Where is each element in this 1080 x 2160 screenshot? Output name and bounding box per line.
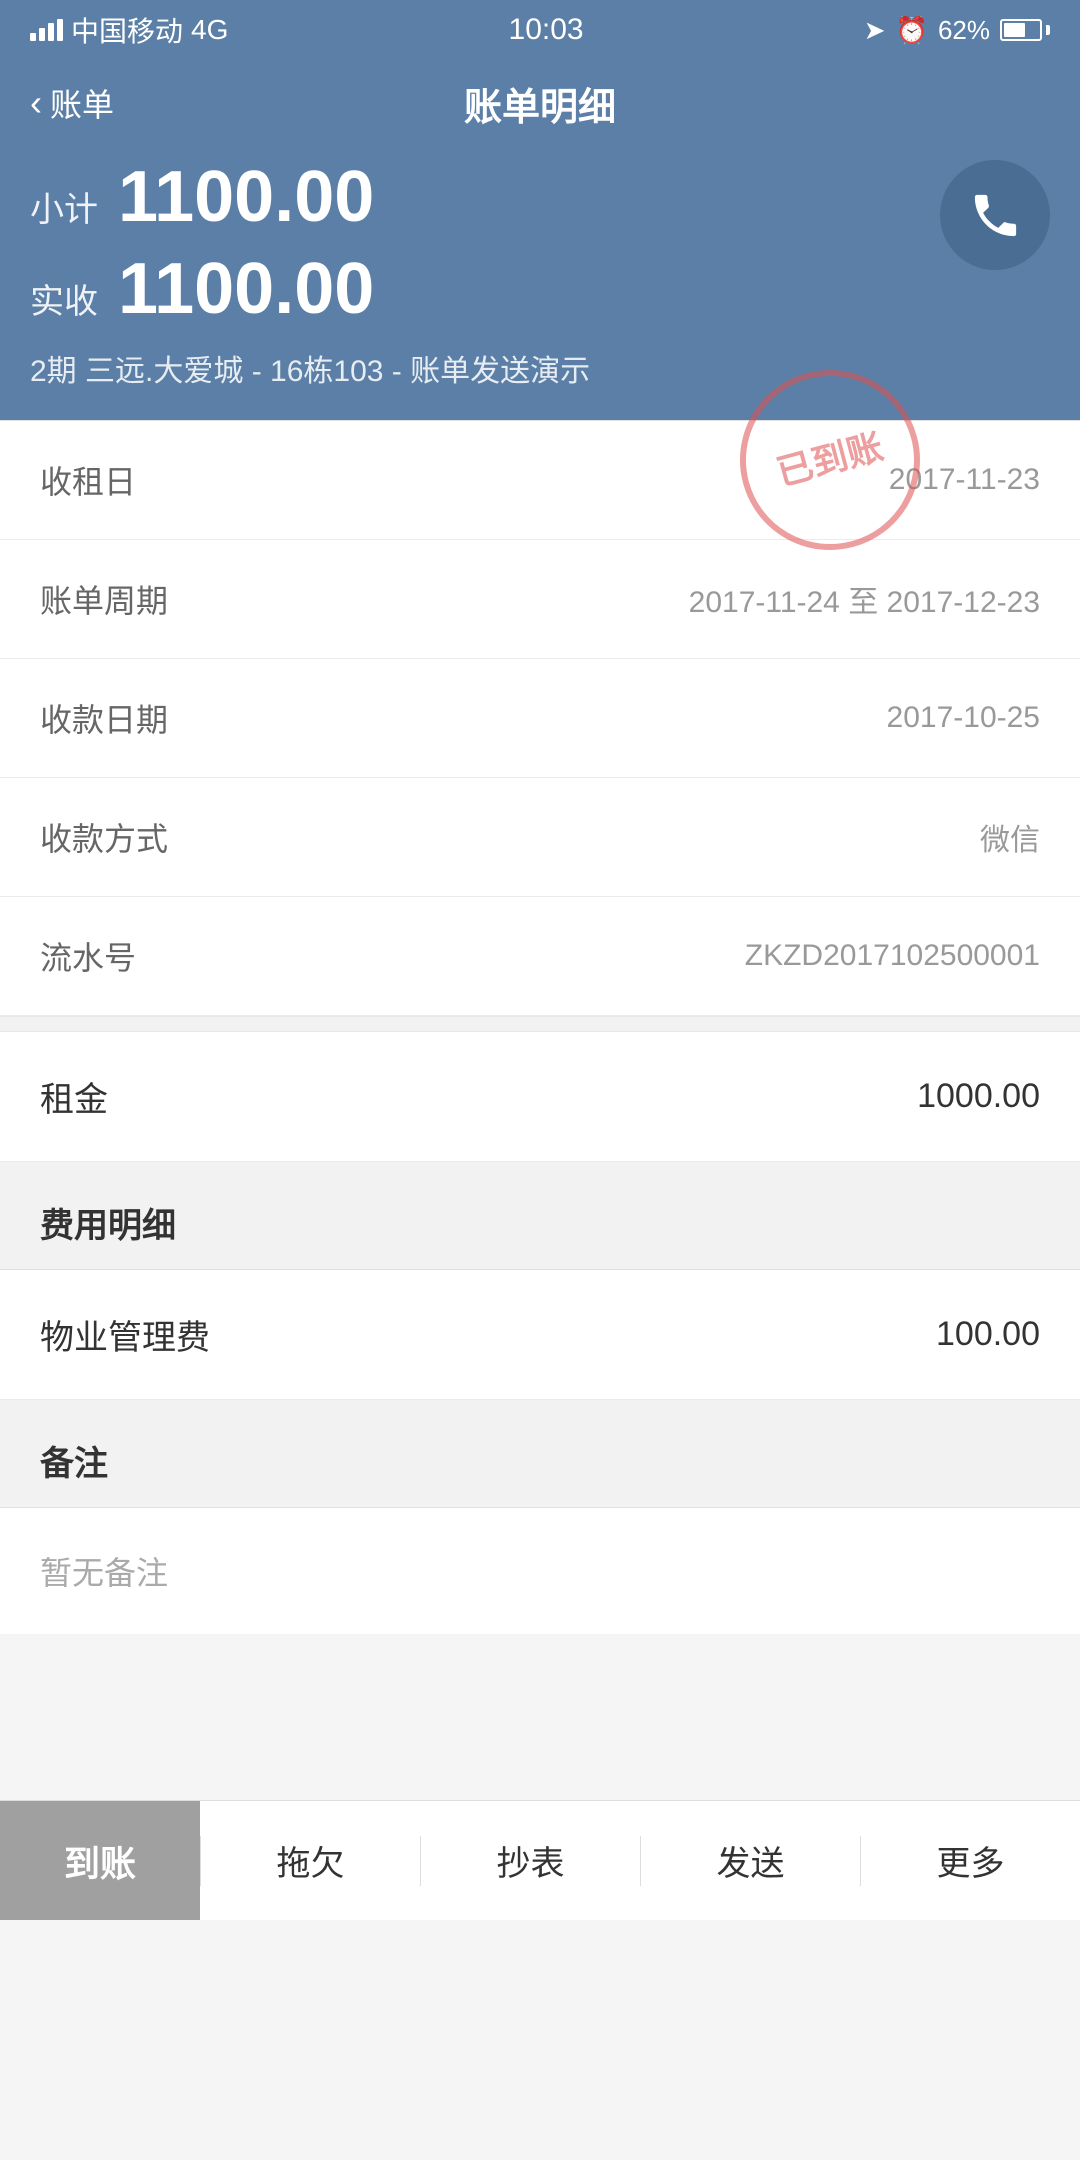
payment-method-value: 微信 bbox=[980, 815, 1040, 859]
rent-date-value: 2017-11-23 bbox=[889, 463, 1040, 497]
time-label: 10:03 bbox=[509, 13, 584, 47]
phone-icon bbox=[968, 188, 1023, 243]
detail-section: 收租日 2017-11-23 账单周期 2017-11-24 至 2017-12… bbox=[0, 420, 1080, 1016]
subtotal-amount: 1100.00 bbox=[118, 156, 374, 238]
nav-send-label: 发送 bbox=[717, 1836, 785, 1885]
fee-property-value: 100.00 bbox=[936, 1315, 1040, 1354]
fee-property-label: 物业管理费 bbox=[40, 1310, 210, 1359]
actual-label: 实收 bbox=[30, 274, 98, 323]
bottom-nav: 到账 拖欠 抄表 发送 更多 bbox=[0, 1800, 1080, 1920]
remark-empty: 暂无备注 bbox=[0, 1508, 1080, 1634]
page-title: 账单明细 bbox=[464, 76, 616, 131]
fee-section-header: 费用明细 bbox=[0, 1162, 1080, 1270]
detail-row-payment-method: 收款方式 微信 bbox=[0, 778, 1080, 897]
nav-more-label: 更多 bbox=[937, 1836, 1005, 1885]
carrier-label: 中国移动 bbox=[71, 10, 183, 50]
payment-date-label: 收款日期 bbox=[40, 695, 168, 741]
nav-meter-label: 抄表 bbox=[497, 1836, 565, 1885]
phone-button[interactable] bbox=[940, 160, 1050, 270]
rent-value: 1000.00 bbox=[917, 1077, 1040, 1116]
nav-item-meter[interactable]: 抄表 bbox=[421, 1801, 640, 1920]
detail-row-rent-date: 收租日 2017-11-23 bbox=[0, 421, 1080, 540]
payment-method-label: 收款方式 bbox=[40, 814, 168, 860]
back-label: 账单 bbox=[50, 80, 114, 126]
rent-date-label: 收租日 bbox=[40, 457, 136, 503]
cycle-value: 2017-11-24 至 2017-12-23 bbox=[689, 577, 1040, 621]
serial-label: 流水号 bbox=[40, 933, 136, 979]
nav-main-button[interactable]: 到账 bbox=[0, 1801, 200, 1920]
alarm-icon: ⏰ bbox=[896, 15, 928, 46]
status-right: ➤ ⏰ 62% bbox=[864, 15, 1050, 46]
cycle-label: 账单周期 bbox=[40, 576, 168, 622]
detail-row-serial: 流水号 ZKZD2017102500001 bbox=[0, 897, 1080, 1016]
nav-main-label: 到账 bbox=[64, 1835, 136, 1887]
actual-row: 实收 1100.00 bbox=[30, 248, 1050, 330]
subtotal-label: 小计 bbox=[30, 182, 98, 231]
battery-label: 62% bbox=[938, 15, 990, 46]
nav-item-send[interactable]: 发送 bbox=[641, 1801, 860, 1920]
detail-row-payment-date: 收款日期 2017-10-25 bbox=[0, 659, 1080, 778]
detail-row-cycle: 账单周期 2017-11-24 至 2017-12-23 bbox=[0, 540, 1080, 659]
header-info: 2期 三远.大爱城 - 16栋103 - 账单发送演示 bbox=[30, 346, 1050, 390]
battery-icon bbox=[1000, 19, 1050, 41]
rent-label: 租金 bbox=[40, 1072, 108, 1121]
fee-row-property: 物业管理费 100.00 bbox=[0, 1270, 1080, 1400]
header: ‹ 账单 账单明细 小计 1100.00 实收 1100.00 2期 三远.大爱… bbox=[0, 60, 1080, 420]
nav-item-overdue[interactable]: 拖欠 bbox=[201, 1801, 420, 1920]
nav-item-more[interactable]: 更多 bbox=[861, 1801, 1080, 1920]
payment-date-value: 2017-10-25 bbox=[887, 701, 1040, 735]
back-button[interactable]: ‹ 账单 bbox=[30, 80, 114, 126]
location-icon: ➤ bbox=[864, 15, 886, 46]
actual-amount: 1100.00 bbox=[118, 248, 374, 330]
nav-overdue-label: 拖欠 bbox=[277, 1836, 345, 1885]
network-label: 4G bbox=[191, 14, 228, 46]
remark-header-text: 备注 bbox=[40, 1445, 108, 1483]
fee-header-text: 费用明细 bbox=[40, 1207, 176, 1245]
rent-row: 租金 1000.00 bbox=[0, 1032, 1080, 1162]
back-chevron-icon: ‹ bbox=[30, 82, 42, 124]
status-left: 中国移动 4G bbox=[30, 10, 228, 50]
nav-row: ‹ 账单 账单明细 bbox=[30, 80, 1050, 126]
serial-value: ZKZD2017102500001 bbox=[745, 939, 1040, 973]
signal-icon bbox=[30, 19, 63, 41]
subtotal-row: 小计 1100.00 bbox=[30, 156, 1050, 238]
remark-section-header: 备注 bbox=[0, 1400, 1080, 1508]
status-bar: 中国移动 4G 10:03 ➤ ⏰ 62% bbox=[0, 0, 1080, 60]
